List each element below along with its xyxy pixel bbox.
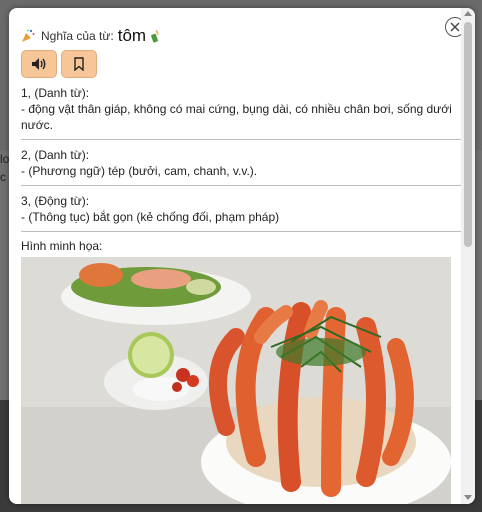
sense-1: 1, (Danh từ): - động vật thân giáp, khôn… <box>21 84 461 140</box>
sense-title: 2, (Danh từ): <box>21 148 90 162</box>
background-text: lo <box>0 152 10 166</box>
scroll-down-arrow-icon[interactable] <box>464 495 472 500</box>
sense-title: 3, (Động từ): <box>21 194 90 208</box>
sense-title: 1, (Danh từ): <box>21 86 90 100</box>
bookmark-icon <box>74 57 84 71</box>
word-definition-modal: Nghĩa của từ: tôm 1, (Danh từ): - động v… <box>9 8 475 504</box>
modal-header: Nghĩa của từ: tôm <box>21 26 162 46</box>
scroll-up-arrow-icon[interactable] <box>464 11 472 16</box>
illustration-label: Hình minh họa: <box>21 239 103 253</box>
modal-scrollbar[interactable] <box>461 8 475 504</box>
headword: tôm <box>117 26 147 45</box>
bottle-icon <box>151 29 160 43</box>
pronounce-button[interactable] <box>21 50 57 78</box>
sense-3: 3, (Động từ): - (Thông tục) bắt gọn (kẻ … <box>21 192 461 232</box>
definition-content: 1, (Danh từ): - động vật thân giáp, khôn… <box>21 84 461 504</box>
party-popper-icon <box>22 29 35 42</box>
close-icon <box>450 22 460 32</box>
illustration-image <box>21 257 451 504</box>
scrollbar-thumb[interactable] <box>464 22 472 247</box>
shrimp-dish-photo <box>21 257 451 504</box>
speaker-icon <box>32 58 46 70</box>
sense-definition: - (Phương ngữ) tép (bưởi, cam, chanh, v.… <box>21 164 258 178</box>
sense-definition: - động vật thân giáp, không có mai cứng,… <box>21 102 452 132</box>
sense-definition: - (Thông tục) bắt gọn (kẻ chống đối, phạ… <box>21 210 280 224</box>
sense-2: 2, (Danh từ): - (Phương ngữ) tép (bưởi, … <box>21 146 461 186</box>
bookmark-button[interactable] <box>61 50 97 78</box>
definition-label: Nghĩa của từ: <box>41 29 114 43</box>
background-text: c <box>0 170 6 184</box>
